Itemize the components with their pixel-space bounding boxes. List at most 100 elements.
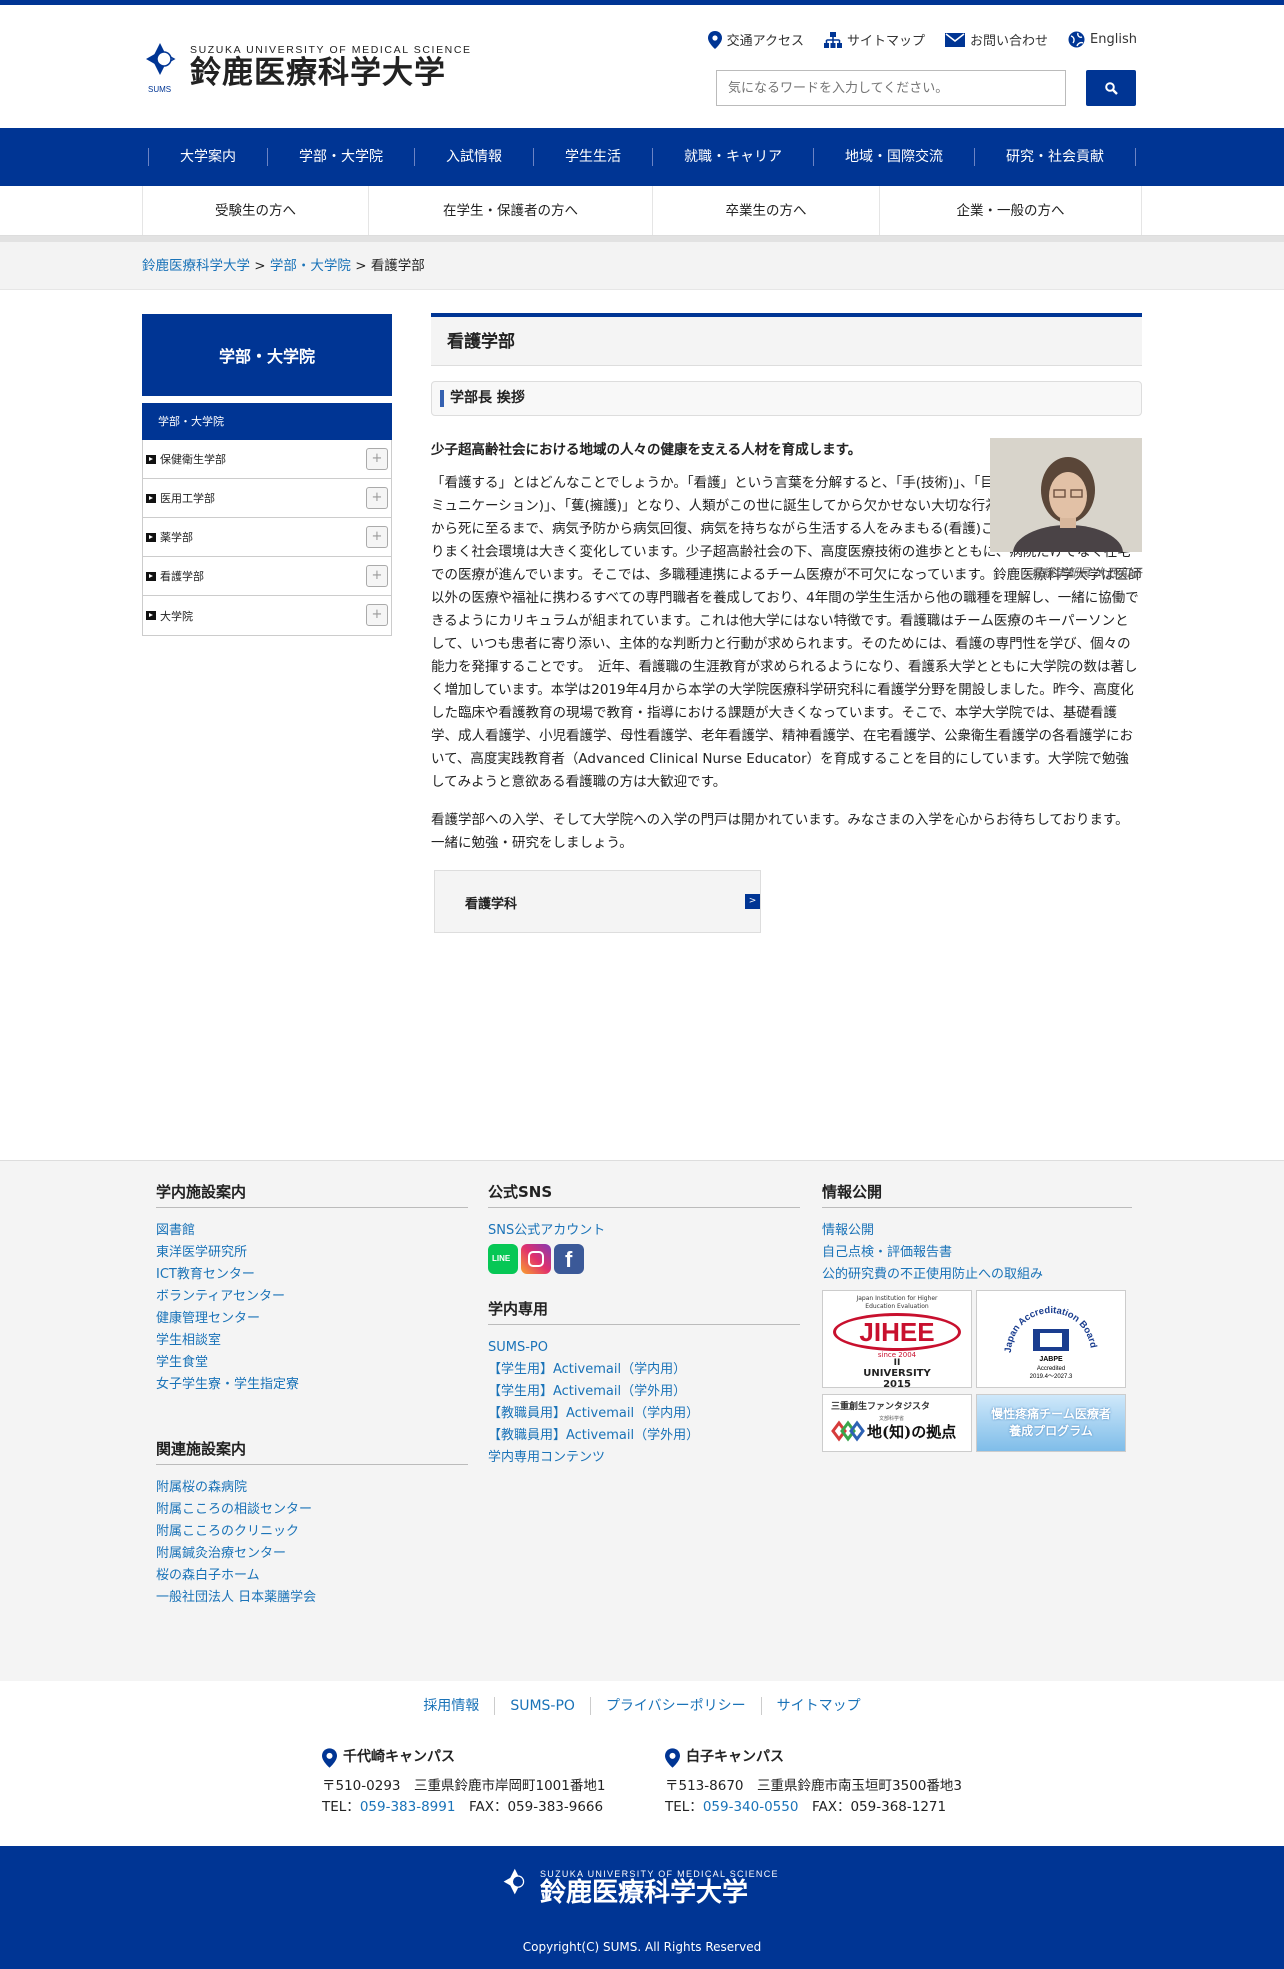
footer-link[interactable]: 【学生用】Activemail（学外用）	[488, 1381, 800, 1403]
sidebar-item-nursing[interactable]: 看護学部 +	[143, 557, 391, 596]
lead-text: 少子超高齢社会における地域の人々の健康を支える人材を育成します。	[431, 442, 862, 458]
sns-link[interactable]: SNS公式アカウント	[488, 1220, 800, 1242]
footer-link[interactable]: 附属こころの相談センター	[156, 1499, 468, 1521]
instagram-icon[interactable]	[521, 1244, 551, 1274]
pain-line2: 養成プログラム	[1009, 1424, 1093, 1438]
breadcrumb-parent[interactable]: 学部・大学院	[270, 258, 351, 274]
phone-link[interactable]: 059-383-8991	[360, 1799, 456, 1815]
sidebar-item-label: 大学院	[160, 609, 193, 623]
pain-program-badge[interactable]: 慢性疼痛チーム医療者 養成プログラム	[976, 1394, 1126, 1452]
footer-link[interactable]: 情報公開	[822, 1220, 1132, 1242]
gnav-about[interactable]: 大学案内	[149, 148, 268, 166]
search-input[interactable]	[716, 70, 1066, 106]
jihee-badge[interactable]: Japan Institution for Higher Education E…	[822, 1290, 972, 1390]
gnav-faculties[interactable]: 学部・大学院	[268, 148, 415, 166]
site-logo[interactable]: SUMS SUZUKA UNIVERSITY OF MEDICAL SCIENC…	[142, 37, 472, 97]
footer-bottom-links: 採用情報 SUMS-PO プライバシーポリシー サイトマップ	[0, 1697, 1284, 1715]
util-sitemap[interactable]: サイトマップ	[824, 30, 925, 49]
footer-link[interactable]: 学生相談室	[156, 1330, 468, 1352]
audience-applicants[interactable]: 受験生の方へ	[143, 186, 369, 235]
campus-name: 白子キャンパス	[686, 1749, 784, 1765]
arrow-right-icon	[146, 493, 156, 503]
footer-link[interactable]: 学内専用コンテンツ	[488, 1447, 800, 1469]
audience-companies[interactable]: 企業・一般の方へ	[880, 186, 1142, 235]
pain-line1: 慢性疼痛チーム医療者	[991, 1407, 1111, 1421]
dean-photo: 看護学部長 大西和子	[990, 438, 1142, 581]
gnav-student-life[interactable]: 学生生活	[534, 148, 653, 166]
gnav-admissions[interactable]: 入試情報	[415, 148, 534, 166]
jabpe-badge[interactable]: Japan Accreditation Board For Pharmaceut…	[976, 1290, 1126, 1388]
info-heading: 情報公開	[822, 1181, 1132, 1208]
footer-logo[interactable]: SUZUKA UNIVERSITY OF MEDICAL SCIENCE 鈴鹿医…	[500, 1864, 779, 1912]
sidebar-list: 保健衛生学部 + 医用工学部 + 薬学部 + 看護学部 + 大学院 +	[142, 440, 392, 636]
footer-link[interactable]: 【学生用】Activemail（学内用）	[488, 1359, 800, 1381]
audience-nav: 受験生の方へ 在学生・保護者の方へ 卒業生の方へ 企業・一般の方へ	[0, 186, 1284, 236]
expand-plus-icon[interactable]: +	[366, 487, 388, 509]
sidebar-title: 学部・大学院	[142, 314, 392, 396]
global-nav: 大学案内 学部・大学院 入試情報 学生生活 就職・キャリア 地域・国際交流 研究…	[0, 128, 1284, 186]
coc-badge[interactable]: 三重創生ファンタジスタ 文部科学省 地(知)の拠点	[822, 1394, 972, 1452]
footer-link[interactable]: 【教職員用】Activemail（学外用）	[488, 1425, 800, 1447]
link-sitemap[interactable]: サイトマップ	[762, 1697, 876, 1715]
jihee-top: Japan Institution for Higher Education E…	[856, 1295, 938, 1310]
nursing-dept-button[interactable]: 看護学科 >	[434, 870, 761, 933]
jihee-mark: JIHEE	[859, 1317, 935, 1347]
footer-link[interactable]: 附属桜の森病院	[156, 1477, 468, 1499]
globe-icon	[1068, 31, 1085, 48]
jihee-year: 2015	[883, 1379, 911, 1390]
breadcrumb-current: 看護学部	[370, 258, 425, 274]
util-english[interactable]: English	[1068, 30, 1137, 49]
gnav-community[interactable]: 地域・国際交流	[814, 148, 975, 166]
link-privacy[interactable]: プライバシーポリシー	[591, 1697, 762, 1715]
sidebar-item-graduate[interactable]: 大学院 +	[143, 596, 391, 635]
expand-plus-icon[interactable]: +	[366, 565, 388, 587]
footer-link[interactable]: 附属鍼灸治療センター	[156, 1543, 468, 1565]
gnav-research[interactable]: 研究・社会貢献	[975, 148, 1136, 166]
footer-link[interactable]: 図書館	[156, 1220, 468, 1242]
sidebar-item-pharmacy[interactable]: 薬学部 +	[143, 518, 391, 557]
expand-plus-icon[interactable]: +	[366, 604, 388, 626]
page-title: 看護学部	[431, 313, 1142, 366]
footer-link[interactable]: 健康管理センター	[156, 1308, 468, 1330]
sidebar-item-selected[interactable]: 学部・大学院	[142, 403, 392, 440]
facebook-icon[interactable]: f	[554, 1244, 584, 1274]
line-icon[interactable]: LINE	[488, 1244, 518, 1274]
gnav-career[interactable]: 就職・キャリア	[653, 148, 814, 166]
phone-link[interactable]: 059-340-0550	[703, 1799, 799, 1815]
coc-main: 地(知)の拠点	[867, 1423, 957, 1441]
tel-label: TEL：	[322, 1799, 360, 1815]
footer-link[interactable]: 公的研究費の不正使用防止への取組み	[822, 1264, 1132, 1286]
sitemap-icon	[824, 31, 843, 48]
sums-logo-mark	[503, 1868, 525, 1895]
audience-alumni[interactable]: 卒業生の方へ	[653, 186, 880, 235]
footer-link[interactable]: ICT教育センター	[156, 1264, 468, 1286]
util-access[interactable]: 交通アクセス	[707, 30, 805, 49]
footer-link[interactable]: 【教職員用】Activemail（学内用）	[488, 1403, 800, 1425]
footer-link[interactable]: 東洋医学研究所	[156, 1242, 468, 1264]
sidebar-item-engineering[interactable]: 医用工学部 +	[143, 479, 391, 518]
link-sums-po[interactable]: SUMS-PO	[495, 1697, 591, 1715]
footer-link[interactable]: ボランティアセンター	[156, 1286, 468, 1308]
arrow-right-icon	[146, 611, 156, 620]
map-pin-icon	[665, 1747, 680, 1768]
util-contact[interactable]: お問い合わせ	[945, 30, 1048, 49]
footer-link[interactable]: 学生食堂	[156, 1352, 468, 1374]
footer-link[interactable]: 桜の森白子ホーム	[156, 1565, 468, 1587]
footer-link[interactable]: 一般社団法人 日本薬膳学会	[156, 1587, 468, 1609]
logo-japanese: 鈴鹿医療科学大学	[190, 54, 446, 91]
footer-link[interactable]: 附属こころのクリニック	[156, 1521, 468, 1543]
footer-link[interactable]: SUMS-PO	[488, 1337, 800, 1359]
footer-link[interactable]: 自己点検・評価報告書	[822, 1242, 1132, 1264]
link-recruit[interactable]: 採用情報	[408, 1697, 496, 1715]
sidebar-item-health[interactable]: 保健衛生学部 +	[143, 440, 391, 479]
logo-sub: SUMS	[148, 85, 172, 94]
breadcrumb-home[interactable]: 鈴鹿医療科学大学	[142, 258, 250, 274]
expand-plus-icon[interactable]: +	[366, 448, 388, 470]
search-button[interactable]	[1086, 70, 1136, 106]
expand-plus-icon[interactable]: +	[366, 526, 388, 548]
map-pin-icon	[322, 1747, 337, 1768]
footer-link[interactable]: 女子学生寮・学生指定寮	[156, 1374, 468, 1396]
util-english-label: English	[1090, 32, 1137, 47]
util-access-label: 交通アクセス	[726, 34, 805, 49]
audience-students-parents[interactable]: 在学生・保護者の方へ	[369, 186, 653, 235]
